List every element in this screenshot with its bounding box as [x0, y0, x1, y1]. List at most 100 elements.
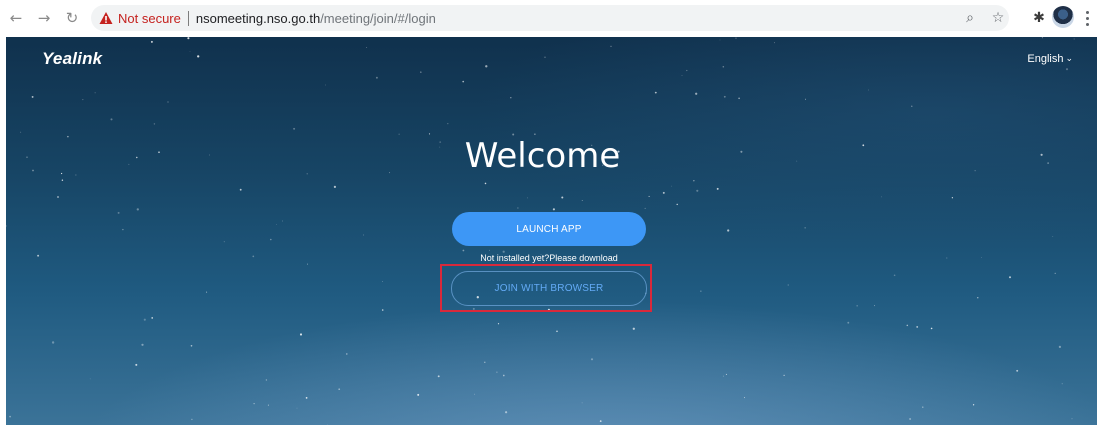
star — [398, 133, 400, 135]
star — [37, 254, 40, 257]
star — [190, 344, 193, 347]
star — [909, 418, 912, 420]
star — [135, 363, 138, 366]
star — [197, 55, 200, 58]
star — [276, 224, 277, 225]
star — [735, 37, 737, 39]
language-label: English — [1027, 53, 1064, 65]
star — [719, 39, 721, 41]
star — [428, 133, 431, 135]
star — [267, 404, 269, 406]
url-host: nsomeeting.nso.go.th — [195, 10, 321, 26]
star — [1058, 345, 1062, 349]
star — [253, 402, 255, 405]
star — [1052, 236, 1054, 237]
star — [916, 325, 919, 328]
star — [856, 305, 858, 307]
star — [1016, 369, 1019, 372]
star — [381, 309, 384, 311]
star — [57, 196, 59, 198]
star — [252, 255, 255, 258]
star — [206, 291, 208, 293]
star — [282, 220, 283, 222]
star — [686, 69, 688, 72]
star — [722, 375, 724, 377]
extension-puzzle-icon[interactable]: ✱ — [1030, 9, 1048, 27]
star — [305, 397, 308, 399]
star — [296, 407, 298, 409]
yealink-logo: Yealink — [42, 49, 103, 68]
star — [269, 238, 272, 241]
star — [382, 281, 383, 282]
star — [333, 185, 337, 189]
star — [167, 101, 169, 103]
star — [977, 297, 979, 299]
star — [462, 249, 465, 252]
star — [774, 42, 776, 44]
browser-toolbar: ← → ↻ Not secure nsomeeting.nso.go.th/me… — [0, 0, 1097, 37]
star — [1073, 38, 1075, 40]
star — [338, 388, 341, 391]
star — [805, 98, 806, 100]
profile-avatar[interactable] — [1052, 6, 1074, 28]
star — [547, 308, 550, 311]
star — [474, 393, 476, 395]
star — [693, 180, 695, 182]
star — [527, 197, 528, 199]
star — [1061, 383, 1063, 385]
menu-kebab-icon[interactable] — [1083, 8, 1091, 28]
star — [141, 343, 144, 346]
address-separator — [187, 10, 189, 26]
star — [496, 371, 498, 373]
star — [727, 229, 730, 232]
star — [417, 393, 420, 396]
star — [632, 327, 635, 330]
join-with-browser-button[interactable]: JOIN WITH BROWSER — [451, 271, 647, 306]
star — [502, 374, 505, 377]
language-selector[interactable]: English ⌄ — [1027, 53, 1073, 65]
download-link[interactable]: Not installed yet?Please download — [452, 253, 646, 263]
star — [654, 91, 657, 94]
star — [671, 185, 673, 187]
star — [946, 257, 948, 259]
star — [681, 75, 683, 76]
star — [366, 47, 368, 49]
reload-icon[interactable]: ↻ — [62, 8, 82, 28]
star — [787, 284, 789, 286]
security-label[interactable]: Not secure — [118, 11, 181, 26]
star — [644, 207, 646, 209]
star — [94, 92, 96, 94]
address-bar-actions: ⌕ ☆ — [961, 5, 1007, 31]
star — [497, 323, 500, 325]
star — [590, 358, 594, 361]
star — [9, 415, 11, 418]
back-arrow-icon[interactable]: ← — [6, 8, 26, 28]
star — [1054, 272, 1056, 274]
star — [911, 105, 913, 107]
address-bar[interactable]: Not secure nsomeeting.nso.go.th/meeting/… — [91, 5, 1009, 31]
star — [676, 203, 678, 206]
forward-arrow-icon[interactable]: → — [34, 8, 54, 28]
star — [922, 406, 924, 408]
star — [223, 241, 225, 243]
star — [122, 228, 124, 231]
star — [489, 249, 490, 251]
star — [510, 96, 512, 99]
star — [599, 420, 602, 422]
star — [723, 95, 726, 98]
star — [151, 317, 154, 319]
star — [484, 361, 486, 364]
star — [307, 263, 308, 265]
launch-app-button[interactable]: LAUNCH APP — [452, 212, 646, 246]
star — [437, 375, 440, 378]
star — [696, 189, 699, 192]
star — [293, 127, 296, 130]
star — [189, 51, 191, 52]
star — [1041, 37, 1043, 39]
star — [187, 37, 190, 40]
star — [420, 71, 422, 73]
star — [485, 65, 488, 68]
bookmark-star-icon[interactable]: ☆ — [989, 10, 1007, 26]
star — [561, 196, 564, 199]
zoom-icon[interactable]: ⌕ — [961, 10, 979, 26]
